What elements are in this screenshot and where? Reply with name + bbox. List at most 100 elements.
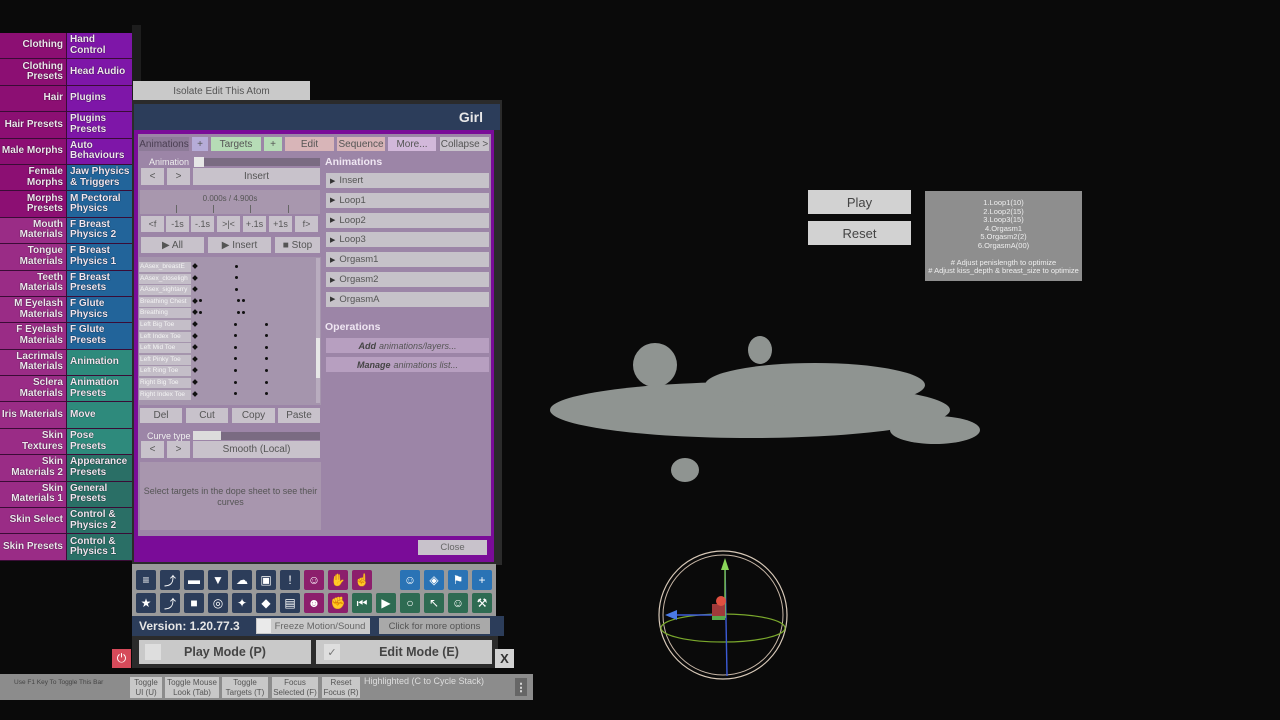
edit-mode-button[interactable]: Edit Mode (E) bbox=[316, 640, 492, 664]
tab-animation-presets[interactable]: Animation Presets bbox=[66, 376, 132, 402]
open-icon[interactable]: ⤴ bbox=[160, 593, 180, 613]
animation-list-item[interactable]: ▶ Loop3 bbox=[326, 232, 489, 248]
keyframe-diamond[interactable] bbox=[192, 297, 198, 304]
remove-person-icon[interactable]: ☻ bbox=[304, 593, 324, 613]
animation-list-item[interactable]: ▶ Orgasm2 bbox=[326, 272, 489, 287]
dope-row[interactable]: Left Mid Toe bbox=[139, 342, 321, 354]
dope-target-label[interactable]: AAsex_closeligh bbox=[139, 273, 191, 284]
transform-gizmo[interactable] bbox=[655, 548, 791, 682]
panel-close-button[interactable]: Close bbox=[418, 540, 487, 555]
dope-sheet[interactable]: AAsex_breastE AAsex_closeligh AAsex_sighta… bbox=[139, 257, 321, 405]
tab-male-morphs[interactable]: Male Morphs bbox=[0, 138, 66, 164]
animation-slider-knob[interactable] bbox=[194, 157, 204, 167]
keyframe-dot[interactable] bbox=[265, 334, 268, 338]
isolate-edit-atom-button[interactable]: Isolate Edit This Atom bbox=[133, 81, 310, 101]
tab-skin-materials-2[interactable]: Skin Materials 2 bbox=[0, 455, 66, 481]
plus-icon[interactable]: + bbox=[472, 570, 492, 590]
cursor-icon[interactable]: ↖ bbox=[424, 593, 444, 613]
dope-target-label[interactable]: AAsex_breastE bbox=[139, 262, 191, 272]
toggle-ui-button[interactable]: Toggle UI (U) bbox=[130, 677, 162, 698]
scene-play-button[interactable]: Play bbox=[808, 190, 911, 214]
tools-icon[interactable]: ⚒ bbox=[472, 593, 492, 613]
close-ui-button[interactable]: X bbox=[495, 649, 514, 668]
reset-focus-button[interactable]: Reset Focus (R) bbox=[322, 677, 360, 698]
fwd-1s-button[interactable]: +1s bbox=[269, 216, 292, 232]
tab-pose-presets[interactable]: Pose Presets bbox=[66, 428, 132, 455]
dope-target-label[interactable]: AAsex_sightarry bbox=[139, 285, 191, 296]
tab-control-physics-1[interactable]: Control & Physics 1 bbox=[66, 534, 132, 560]
menu-icon[interactable]: ≡ bbox=[136, 570, 156, 590]
dope-target-label[interactable]: Left Pinky Toe bbox=[139, 354, 191, 365]
tab-edit[interactable]: Edit bbox=[285, 137, 334, 151]
play-icon[interactable]: ▶ bbox=[376, 593, 396, 613]
tab-m-pectoral-physics[interactable]: M Pectoral Physics bbox=[66, 191, 132, 217]
keyframe-dot[interactable] bbox=[235, 264, 238, 268]
tab-female-morphs[interactable]: Female Morphs bbox=[0, 164, 66, 191]
play-all-button[interactable]: ▶ All bbox=[141, 237, 204, 253]
3d-character-model[interactable] bbox=[515, 330, 985, 495]
screenshot-folder-icon[interactable]: ■ bbox=[184, 593, 204, 613]
animation-list-item[interactable]: ▶ Loop2 bbox=[326, 212, 489, 228]
tab-morphs-presets[interactable]: Morphs Presets bbox=[0, 191, 66, 217]
dropbox-icon[interactable]: ◆ bbox=[256, 593, 276, 613]
last-frame-button[interactable]: f> bbox=[295, 216, 318, 232]
dope-target-label[interactable]: Left Ring Toe bbox=[139, 366, 191, 377]
tab-head-audio[interactable]: Head Audio bbox=[66, 59, 132, 85]
manage-animations-button[interactable]: Manage animations list... bbox=[326, 357, 489, 372]
keyframe-dot[interactable] bbox=[234, 357, 237, 361]
back-1s-button[interactable]: -1s bbox=[166, 216, 189, 232]
keyframe-diamond[interactable] bbox=[192, 390, 198, 397]
next-curve-type-button[interactable]: > bbox=[167, 441, 190, 458]
toggle-targets-button[interactable]: Toggle Targets (T) bbox=[222, 677, 268, 698]
dope-target-label[interactable]: Right Big Toe bbox=[139, 378, 191, 388]
add-target-tab-button[interactable]: + bbox=[264, 137, 282, 151]
tab-sequence[interactable]: Sequence bbox=[337, 137, 385, 151]
unity-icon[interactable]: ◈ bbox=[424, 570, 444, 590]
keyframe-dot[interactable] bbox=[234, 322, 237, 326]
fwd-0-1s-button[interactable]: +.1s bbox=[243, 216, 266, 232]
play-mode-checkbox[interactable] bbox=[145, 644, 161, 660]
keyframe-dot[interactable] bbox=[234, 368, 237, 372]
cloud-download-icon[interactable]: ☁ bbox=[232, 570, 252, 590]
keyframe-dot[interactable] bbox=[242, 310, 245, 314]
keyframe-dot[interactable] bbox=[199, 299, 202, 303]
delete-keyframe-button[interactable]: Del bbox=[140, 408, 182, 423]
tab-skin-textures[interactable]: Skin Textures bbox=[0, 428, 66, 455]
keyframe-dot[interactable] bbox=[265, 392, 268, 396]
tab-jaw-physics-triggers[interactable]: Jaw Physics & Triggers bbox=[66, 164, 132, 191]
tab-hair[interactable]: Hair bbox=[0, 85, 66, 112]
tab-control-physics-2[interactable]: Control & Physics 2 bbox=[66, 508, 132, 534]
more-menu-icon[interactable]: ⋮ bbox=[515, 678, 527, 696]
keyframe-dot[interactable] bbox=[265, 357, 268, 361]
keyframe-diamond[interactable] bbox=[192, 332, 198, 339]
dope-target-label[interactable]: Breathing bbox=[139, 308, 191, 319]
tab-f-breast-physics-1[interactable]: F Breast Physics 1 bbox=[66, 244, 132, 270]
keyframe-dot[interactable] bbox=[234, 392, 237, 396]
dope-row[interactable]: Left Big Toe bbox=[139, 319, 321, 331]
play-insert-button[interactable]: ▶ Insert bbox=[208, 237, 271, 253]
cut-keyframe-button[interactable]: Cut bbox=[186, 408, 228, 423]
tab-appearance-presets[interactable]: Appearance Presets bbox=[66, 455, 132, 481]
paste-keyframe-button[interactable]: Paste bbox=[278, 408, 320, 423]
person-icon[interactable]: ☺ bbox=[400, 570, 420, 590]
tab-f-glute-physics[interactable]: F Glute Physics bbox=[66, 296, 132, 323]
keyframe-dot[interactable] bbox=[234, 334, 237, 338]
package-icon[interactable]: ▣ bbox=[256, 570, 276, 590]
keyframe-dot[interactable] bbox=[237, 310, 240, 314]
animation-list-item[interactable]: ▶ Orgasm1 bbox=[326, 252, 489, 268]
camera-icon[interactable]: ◎ bbox=[208, 593, 228, 613]
edit-mode-checkbox[interactable]: ✓ bbox=[324, 644, 340, 660]
keyframe-dot[interactable] bbox=[265, 345, 268, 349]
tab-move[interactable]: Move bbox=[66, 402, 132, 428]
stop-button[interactable]: ■ Stop bbox=[275, 237, 320, 253]
tab-auto-behaviours[interactable]: Auto Behaviours bbox=[66, 138, 132, 164]
keyframe-dot[interactable] bbox=[265, 368, 268, 372]
dope-row[interactable]: AAsex_closeligh bbox=[139, 273, 321, 285]
dope-row[interactable]: Left Index Toe bbox=[139, 331, 321, 343]
curve-type-slider-knob[interactable] bbox=[193, 431, 221, 440]
prev-curve-type-button[interactable]: < bbox=[141, 441, 164, 458]
flag-icon[interactable]: ⚑ bbox=[448, 570, 468, 590]
power-icon[interactable]: ⏻ bbox=[112, 649, 131, 668]
time-scrubber[interactable]: 0.000s / 4.900s bbox=[140, 190, 320, 214]
pointer-hand-icon[interactable]: ☝ bbox=[352, 570, 372, 590]
